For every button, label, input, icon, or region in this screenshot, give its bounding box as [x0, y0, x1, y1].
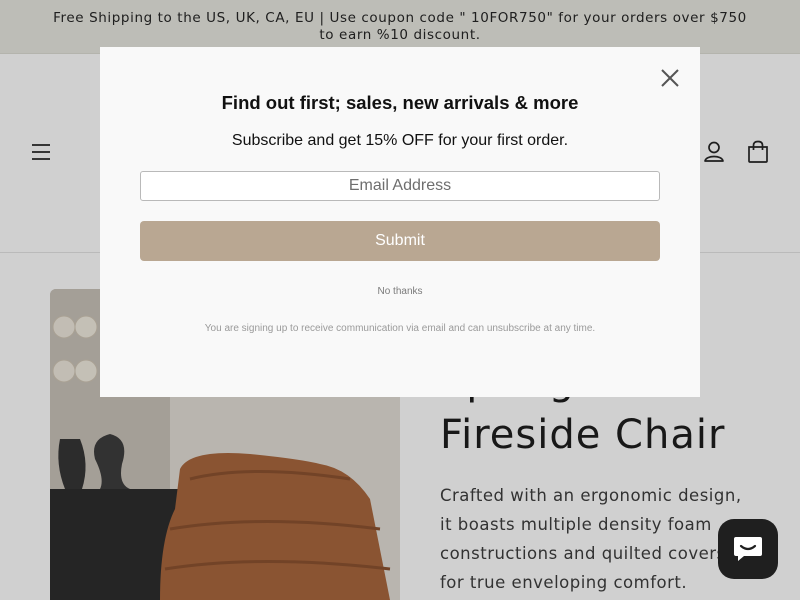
popup-disclaimer: You are signing up to receive communicat…: [204, 323, 596, 334]
no-thanks-link[interactable]: No thanks: [100, 286, 700, 297]
close-icon[interactable]: [657, 65, 683, 91]
submit-button[interactable]: Submit: [140, 221, 660, 261]
popup-subtitle: Subscribe and get 15% OFF for your first…: [231, 132, 569, 149]
chat-bubble-icon: [734, 537, 762, 561]
email-field[interactable]: [140, 171, 660, 201]
chat-button[interactable]: [718, 519, 778, 579]
popup-title: Find out first; sales, new arrivals & mo…: [221, 92, 579, 113]
newsletter-popup: Find out first; sales, new arrivals & mo…: [100, 47, 700, 397]
